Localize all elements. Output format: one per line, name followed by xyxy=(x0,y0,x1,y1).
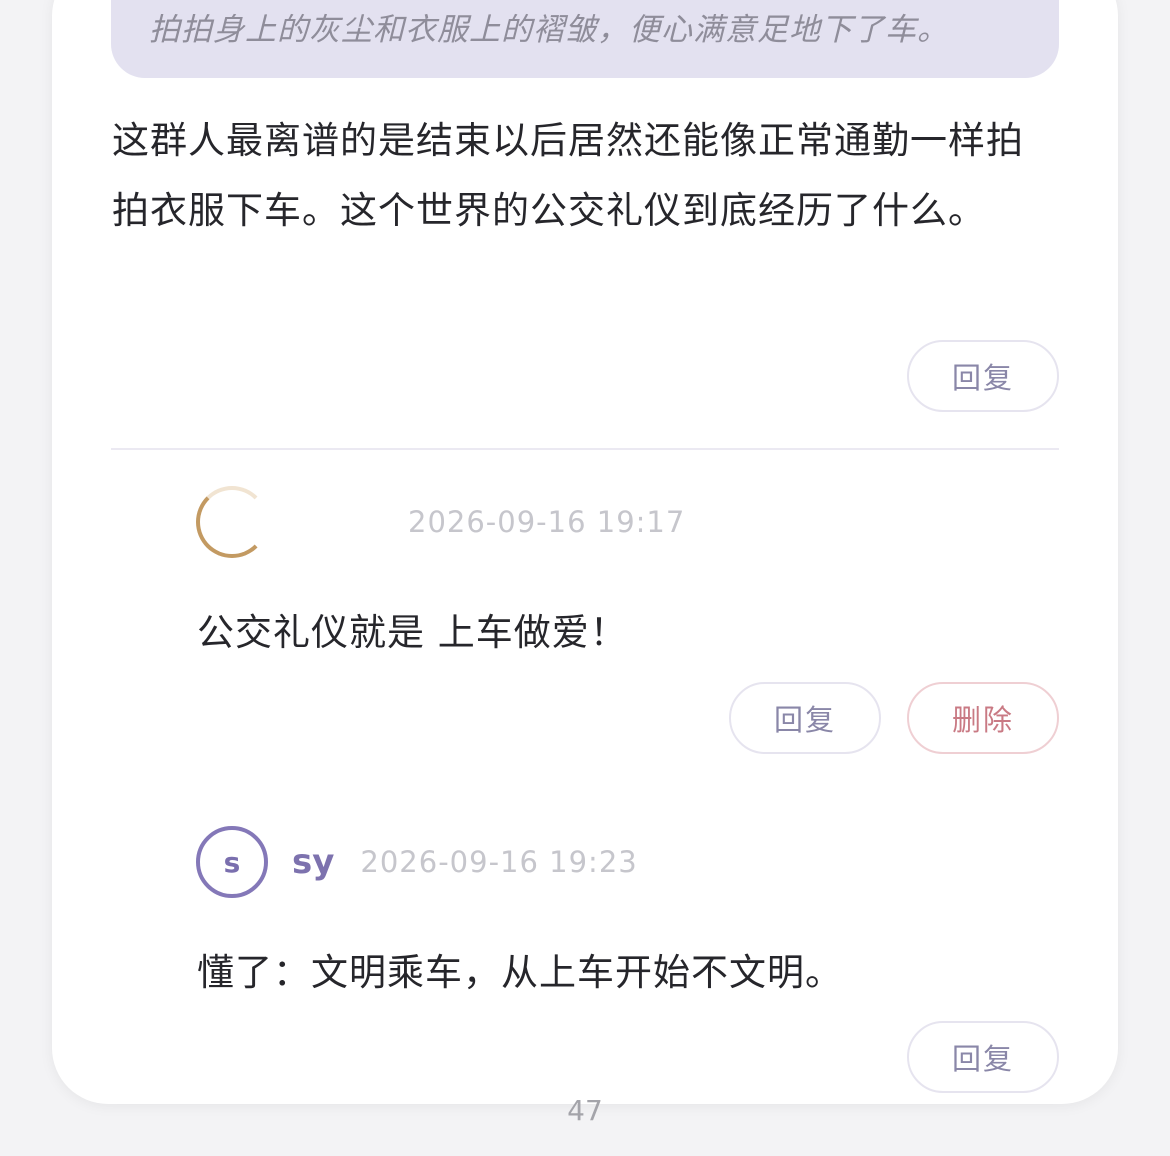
reply-timestamp: 2026-09-16 19:17 xyxy=(408,505,686,539)
reply-author[interactable]: sy xyxy=(292,842,334,882)
reply-header: 2026-09-16 19:17 xyxy=(196,486,685,558)
comment-text: 这群人最离谱的是结束以后居然还能像正常通勤一样拍拍衣服下车。这个世界的公交礼仪到… xyxy=(112,119,1024,232)
reply-button[interactable]: 回复 xyxy=(729,682,881,754)
delete-button[interactable]: 删除 xyxy=(907,682,1059,754)
reply-button[interactable]: 回复 xyxy=(907,1021,1059,1093)
reply-header: s sy 2026-09-16 19:23 xyxy=(196,826,638,898)
reply-text: 懂了：文明乘车，从上车开始不文明。 xyxy=(197,951,843,994)
reply-text: 公交礼仪就是 上车做爱！ xyxy=(197,611,628,654)
reply-timestamp: 2026-09-16 19:23 xyxy=(360,845,638,879)
comment-card: 拍拍身上的灰尘和衣服上的褶皱，便心满意足地下了车。 这群人最离谱的是结束以后居然… xyxy=(52,0,1118,1104)
reply-button[interactable]: 回复 xyxy=(907,340,1059,412)
page-number: 47 xyxy=(567,1094,603,1127)
avatar[interactable] xyxy=(196,486,268,558)
avatar[interactable]: s xyxy=(196,826,268,898)
divider xyxy=(111,448,1059,450)
quoted-text: 拍拍身上的灰尘和衣服上的褶皱，便心满意足地下了车。 xyxy=(111,0,1059,78)
